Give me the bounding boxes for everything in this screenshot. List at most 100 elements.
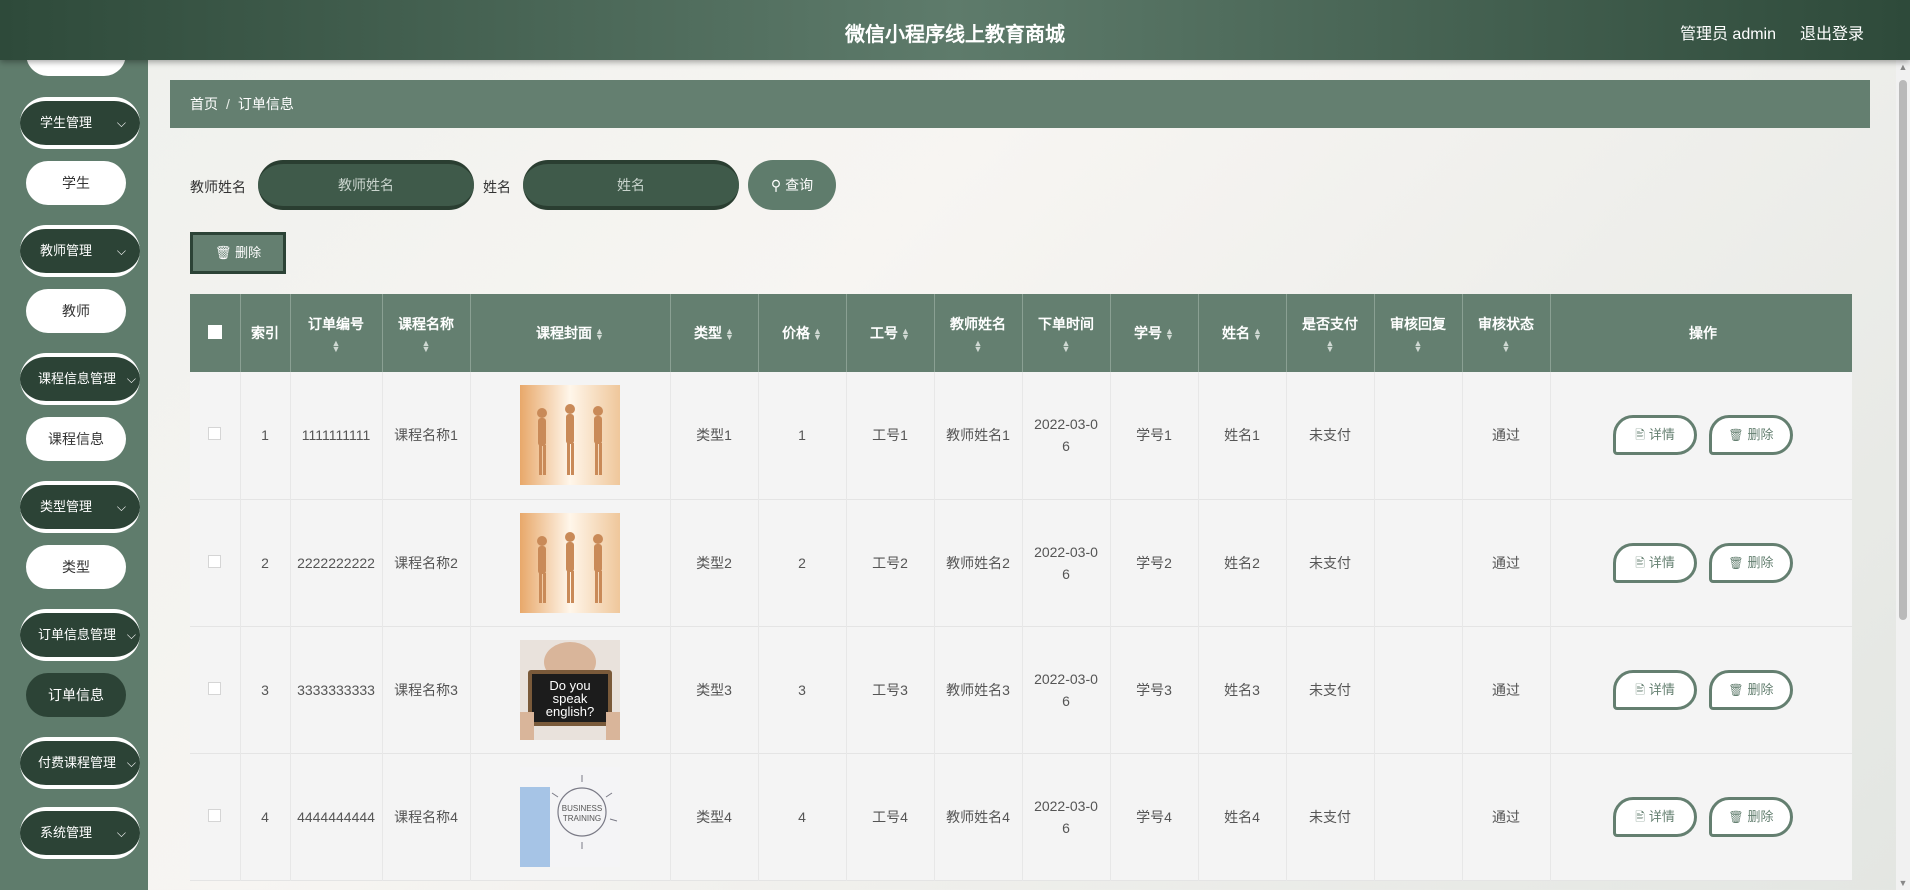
sidebar-item-courses[interactable]: 课程信息 <box>26 417 126 461</box>
row-checkbox[interactable] <box>208 427 222 441</box>
cell-actions: 🖹 详情 🗑 删除 <box>1550 626 1852 753</box>
cell-review-reply <box>1374 626 1463 753</box>
document-icon: 🖹 <box>1635 809 1645 824</box>
col-paid[interactable]: 是否支付 ▲ ▼ <box>1286 294 1375 372</box>
cell-type: 类型4 <box>670 753 759 880</box>
sort-icon[interactable]: ▲ ▼ <box>813 327 822 342</box>
detail-button[interactable]: 🖹 详情 <box>1613 796 1698 837</box>
cell-price: 1 <box>758 372 847 499</box>
breadcrumb-home[interactable]: 首页 <box>190 96 218 112</box>
row-select-cell <box>190 372 241 499</box>
scrollbar-thumb[interactable] <box>1899 80 1907 620</box>
query-button[interactable]: ⚲ 查询 <box>748 160 836 210</box>
document-icon: 🖹 <box>1635 428 1645 443</box>
col-course-cover[interactable]: 课程封面 ▲ ▼ <box>470 294 671 372</box>
sidebar-group-courses[interactable]: 课程信息管理 ⌵ <box>20 353 140 405</box>
sort-icon[interactable]: ▲ ▼ <box>1287 339 1374 354</box>
scroll-up-arrow-icon[interactable]: ▲ <box>1898 62 1908 72</box>
cell-staff-no: 工号2 <box>846 499 935 626</box>
cell-order-no: 2222222222 <box>290 499 383 626</box>
delete-button[interactable]: 🗑 删除 <box>1708 415 1793 456</box>
select-all-checkbox[interactable] <box>207 324 222 339</box>
cell-type: 类型1 <box>670 372 759 499</box>
detail-label: 详情 <box>1648 681 1675 697</box>
logout-link[interactable]: 退出登录 <box>1800 20 1864 44</box>
row-select-cell <box>190 753 241 880</box>
sidebar-group-orders[interactable]: 订单信息管理 ⌵ <box>20 609 140 661</box>
delete-button[interactable]: 🗑 删除 <box>1708 796 1793 837</box>
sort-icon[interactable]: ▲ ▼ <box>1023 339 1110 354</box>
col-course-name[interactable]: 课程名称 ▲ ▼ <box>382 294 471 372</box>
cell-cover: Do you speak english? <box>470 626 671 753</box>
sort-icon[interactable]: ▲ ▼ <box>595 327 604 342</box>
cell-cover: BUSINESS TRAINING <box>470 753 671 880</box>
cell-name: 姓名3 <box>1198 626 1287 753</box>
col-price[interactable]: 价格 ▲ ▼ <box>758 294 847 372</box>
delete-button[interactable]: 🗑 删除 <box>1708 542 1793 583</box>
row-checkbox[interactable] <box>208 554 222 568</box>
scroll-down-arrow-icon[interactable]: ▼ <box>1898 878 1908 888</box>
cell-student-no: 学号1 <box>1110 372 1199 499</box>
page-scrollbar[interactable]: ▲ ▼ <box>1896 60 1910 890</box>
table-row: 3 3333333333 课程名称3 Do you speak english? 类… <box>190 626 1852 753</box>
cell-actions: 🖹 详情 🗑 删除 <box>1550 499 1852 626</box>
col-type[interactable]: 类型 ▲ ▼ <box>670 294 759 372</box>
course-cover-image <box>520 512 620 613</box>
col-teacher-name[interactable]: 教师姓名 ▲ ▼ <box>934 294 1023 372</box>
cell-teacher-name: 教师姓名2 <box>934 499 1023 626</box>
sidebar-group-system[interactable]: 系统管理 ⌵ <box>20 807 140 859</box>
bulk-delete-label: 删除 <box>235 245 262 260</box>
cell-course-name: 课程名称2 <box>382 499 471 626</box>
col-review-reply[interactable]: 审核回复 ▲ ▼ <box>1374 294 1463 372</box>
col-student-no[interactable]: 学号 ▲ ▼ <box>1110 294 1199 372</box>
sort-icon[interactable]: ▲ ▼ <box>901 327 910 342</box>
sort-icon[interactable]: ▲ ▼ <box>1375 339 1462 354</box>
sidebar-group-teachers[interactable]: 教师管理 ⌵ <box>20 225 140 277</box>
sort-icon[interactable]: ▲ ▼ <box>935 339 1022 354</box>
cell-order-time: 2022-03-06 <box>1022 372 1111 499</box>
cell-cover <box>470 372 671 499</box>
sidebar-group-students[interactable]: 学生管理 ⌵ <box>20 97 140 149</box>
top-bar: 微信小程序线上教育商城 管理员 admin 退出登录 <box>0 0 1910 60</box>
delete-label: 删除 <box>1747 808 1774 824</box>
sidebar-item-types[interactable]: 类型 <box>26 545 126 589</box>
row-checkbox[interactable] <box>208 808 222 822</box>
table-body: 1 1111111111 课程名称1 类型1 1 工号1 教师姓名1 2022-… <box>190 372 1852 880</box>
chevron-down-icon: ⌵ <box>126 372 136 386</box>
detail-button[interactable]: 🖹 详情 <box>1613 669 1698 710</box>
cell-course-name: 课程名称3 <box>382 626 471 753</box>
delete-button[interactable]: 🗑 删除 <box>1708 669 1793 710</box>
col-review-status[interactable]: 审核状态 ▲ ▼ <box>1462 294 1551 372</box>
col-staff-no[interactable]: 工号 ▲ ▼ <box>846 294 935 372</box>
detail-button[interactable]: 🖹 详情 <box>1613 415 1698 456</box>
name-input[interactable] <box>523 160 739 210</box>
sidebar-item-teachers[interactable]: 教师 <box>26 289 126 333</box>
delete-label: 删除 <box>1747 427 1774 443</box>
chevron-down-icon: ⌵ <box>116 244 126 258</box>
cell-staff-no: 工号4 <box>846 753 935 880</box>
sort-icon[interactable]: ▲ ▼ <box>1463 339 1550 354</box>
sidebar-group-types[interactable]: 类型管理 ⌵ <box>20 481 140 533</box>
breadcrumb-current: 订单信息 <box>237 96 294 112</box>
col-name[interactable]: 姓名 ▲ ▼ <box>1198 294 1287 372</box>
col-order-no[interactable]: 订单编号 ▲ ▼ <box>290 294 383 372</box>
sort-icon[interactable]: ▲ ▼ <box>383 339 470 354</box>
teacher-name-input[interactable] <box>258 160 474 210</box>
sort-icon[interactable]: ▲ ▼ <box>291 339 382 354</box>
col-order-time[interactable]: 下单时间 ▲ ▼ <box>1022 294 1111 372</box>
sort-icon[interactable]: ▲ ▼ <box>725 327 734 342</box>
chevron-down-icon: ⌵ <box>116 826 126 840</box>
breadcrumb: 首页 / 订单信息 <box>170 80 1870 128</box>
detail-button[interactable]: 🖹 详情 <box>1613 542 1698 583</box>
sidebar-item-students[interactable]: 学生 <box>26 161 126 205</box>
sort-icon[interactable]: ▲ ▼ <box>1165 327 1174 342</box>
sidebar-item-orders[interactable]: 订单信息 <box>26 673 126 717</box>
cell-price: 4 <box>758 753 847 880</box>
bulk-delete-button[interactable]: 🗑 删除 <box>190 232 286 274</box>
cell-cover <box>470 499 671 626</box>
sidebar-group-paid-courses[interactable]: 付费课程管理 ⌵ <box>20 737 140 789</box>
chevron-down-icon: ⌵ <box>126 628 136 642</box>
sidebar: 学生管理 ⌵ 学生 教师管理 ⌵ 教师 课程信息管理 ⌵ 课程信息 类型管理 ⌵… <box>0 0 148 890</box>
row-checkbox[interactable] <box>208 681 222 695</box>
sort-icon[interactable]: ▲ ▼ <box>1253 327 1262 342</box>
